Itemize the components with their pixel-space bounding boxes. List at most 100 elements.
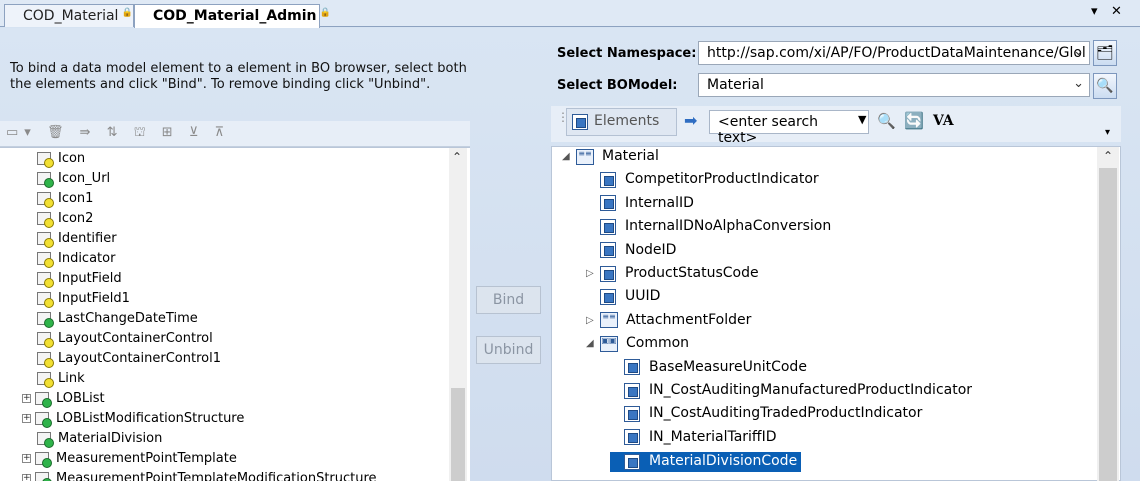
tree-item[interactable]: Identifier xyxy=(37,231,117,251)
unbound-field-icon xyxy=(37,252,54,268)
node-list-icon: ≡≡ xyxy=(576,148,594,165)
expand-icon[interactable]: + xyxy=(22,474,31,481)
va-button[interactable]: VA xyxy=(933,113,954,129)
bo-tree-item-label: IN_CostAuditingManufacturedProductIndica… xyxy=(649,382,973,398)
chevron-down-icon: ⌄ xyxy=(1073,44,1084,59)
browse-folder-icon[interactable]: 🗂 xyxy=(1093,40,1117,66)
bomodel-label: Select BOModel: xyxy=(557,78,678,93)
tree-item-label: Link xyxy=(58,371,85,386)
bound-field-icon xyxy=(37,312,54,328)
bomodel-select[interactable]: Material ⌄ xyxy=(698,73,1090,97)
tree-item[interactable]: Indicator xyxy=(37,251,115,271)
tree-item[interactable]: Icon_Url xyxy=(37,171,110,191)
left-scrollbar-thumb[interactable] xyxy=(451,388,465,481)
tree-item[interactable]: Icon2 xyxy=(37,211,93,231)
elements-toggle[interactable]: Elements xyxy=(566,108,677,136)
tree-item[interactable]: Icon xyxy=(37,151,85,171)
tree-item[interactable]: MaterialDivision xyxy=(37,431,162,451)
tree-item[interactable]: Link xyxy=(37,371,85,391)
scroll-up-icon[interactable]: ⌃ xyxy=(1103,149,1113,163)
bo-tree-item-label: BaseMeasureUnitCode xyxy=(649,358,807,375)
expand-icon[interactable]: + xyxy=(22,394,31,403)
expand-all-icon[interactable]: ⊻ xyxy=(189,125,205,140)
refresh-icon[interactable]: 🔄 xyxy=(904,111,924,130)
namespace-select[interactable]: http://sap.com/xi/AP/FO/ProductDataMaint… xyxy=(698,41,1090,65)
bo-tree-item[interactable]: IN_MaterialTariffID xyxy=(610,429,777,449)
expand-icon[interactable]: + xyxy=(22,454,31,463)
delete-icon[interactable]: 🗑 xyxy=(47,125,70,140)
bo-tree-item[interactable]: ▷ ≡≡ AttachmentFolder xyxy=(586,312,751,332)
expand-icon[interactable]: ▷ xyxy=(586,315,600,326)
tab-cod-material[interactable]: COD_Material 🔒 xyxy=(4,4,134,27)
group-icon[interactable]: ⛫ xyxy=(134,125,152,140)
node-group-icon: ▣▣ xyxy=(600,335,618,352)
tree-item[interactable]: LayoutContainerControl xyxy=(37,331,213,351)
new-icon[interactable]: ▭▾ xyxy=(6,125,37,140)
element-icon xyxy=(600,242,616,259)
unbound-field-icon xyxy=(37,292,54,308)
right-scrollbar-thumb[interactable] xyxy=(1099,168,1117,481)
search-icon[interactable]: 🔍 xyxy=(877,112,896,130)
tree-item-label: Icon1 xyxy=(58,191,94,206)
unbind-button[interactable]: Unbind xyxy=(476,336,541,364)
bo-tree-item-label: AttachmentFolder xyxy=(626,311,752,328)
expand-icon[interactable]: + xyxy=(22,414,31,423)
overflow-icon[interactable]: ▾ xyxy=(1105,127,1110,138)
tree-item-label: LayoutContainerControl1 xyxy=(58,351,221,366)
tree-item[interactable]: LastChangeDateTime xyxy=(37,311,198,331)
bo-tree-item[interactable]: InternalIDNoAlphaConversion xyxy=(586,218,831,238)
element-icon xyxy=(600,265,616,282)
hierarchy-icon[interactable]: ⊞ xyxy=(162,125,179,140)
data-model-tree: Icon Icon_Url Icon1 Icon2 Identifier Indicato… xyxy=(0,147,470,481)
bo-tree-item-label: IN_CostAuditingTradedProductIndicator xyxy=(649,405,923,422)
unbound-field-icon xyxy=(37,272,54,288)
tree-item[interactable]: + MeasurementPointTemplateModificationStr… xyxy=(22,471,377,481)
bo-tree-item-label: Common xyxy=(626,335,690,352)
arrow-right-icon[interactable]: ➡ xyxy=(684,111,697,130)
bo-tree-item[interactable]: NodeID xyxy=(586,242,676,262)
bo-tree-item[interactable]: InternalID xyxy=(586,195,694,215)
left-tree-toolbar: ▭▾ 🗑 ⇛ ⇅ ⛫ ⊞ ⊻ ⊼ xyxy=(0,121,470,147)
tree-item[interactable]: InputField1 xyxy=(37,291,130,311)
bo-tree-item[interactable]: BaseMeasureUnitCode xyxy=(610,359,807,379)
bind-button[interactable]: Bind xyxy=(476,286,541,314)
bo-tree-item[interactable]: ◢ ▣▣ Common xyxy=(586,335,689,355)
chevron-down-icon[interactable]: ▼ xyxy=(858,113,866,126)
bound-field-icon xyxy=(37,432,54,448)
tree-item-label: InputField xyxy=(58,271,122,286)
collapse-icon[interactable]: ◢ xyxy=(586,338,600,349)
search-input[interactable]: <enter search text> xyxy=(709,110,869,146)
node-list-icon: ≡≡ xyxy=(600,312,618,329)
bo-tree-item[interactable]: UUID xyxy=(586,288,660,308)
tree-item-label: Identifier xyxy=(58,231,117,246)
bo-tree-item[interactable]: ▷ ProductStatusCode xyxy=(586,265,759,285)
tree-item[interactable]: + MeasurementPointTemplate xyxy=(22,451,237,471)
tree-item[interactable]: Icon1 xyxy=(37,191,93,211)
expand-icon[interactable]: ▷ xyxy=(586,268,600,279)
bo-tree-item[interactable]: ◢ ≡≡ Material xyxy=(562,148,659,168)
bo-browser-tree: ◢ ≡≡ Material CompetitorProductIndicator Int… xyxy=(551,146,1121,481)
tree-item[interactable]: + LOBListModificationStructure xyxy=(22,411,244,431)
tree-item[interactable]: LayoutContainerControl1 xyxy=(37,351,221,371)
tab-cod-material-admin[interactable]: COD_Material_Admin 🔒 xyxy=(134,4,331,28)
sort-icon[interactable]: ⇅ xyxy=(107,125,124,140)
close-icon[interactable]: ✕ xyxy=(1111,4,1122,19)
bo-tree-item-label: NodeID xyxy=(625,241,677,258)
element-icon xyxy=(624,359,640,376)
collapse-all-icon[interactable]: ⊼ xyxy=(215,125,231,140)
bo-tree-item[interactable]: IN_CostAuditingTradedProductIndicator xyxy=(610,405,922,425)
bo-tree-item[interactable]: IN_CostAuditingManufacturedProductIndica… xyxy=(610,382,972,402)
forward-icon[interactable]: ⇛ xyxy=(80,125,97,140)
lock-icon: 🔒 xyxy=(121,8,133,18)
element-icon xyxy=(624,382,640,399)
bo-tree-item[interactable]: CompetitorProductIndicator xyxy=(586,171,819,191)
tree-item[interactable]: InputField xyxy=(37,271,122,291)
bo-tree-item[interactable]: MaterialDivisionCode xyxy=(610,452,802,473)
bound-field-icon xyxy=(37,172,54,188)
collapse-icon[interactable]: ◢ xyxy=(562,151,576,162)
tree-item[interactable]: + LOBList xyxy=(22,391,105,411)
chevron-down-icon[interactable]: ▾ xyxy=(1091,4,1098,19)
chevron-down-icon: ⌄ xyxy=(1073,76,1084,91)
search-icon[interactable]: 🔍 xyxy=(1093,73,1117,99)
scroll-up-icon[interactable]: ⌃ xyxy=(452,150,462,164)
